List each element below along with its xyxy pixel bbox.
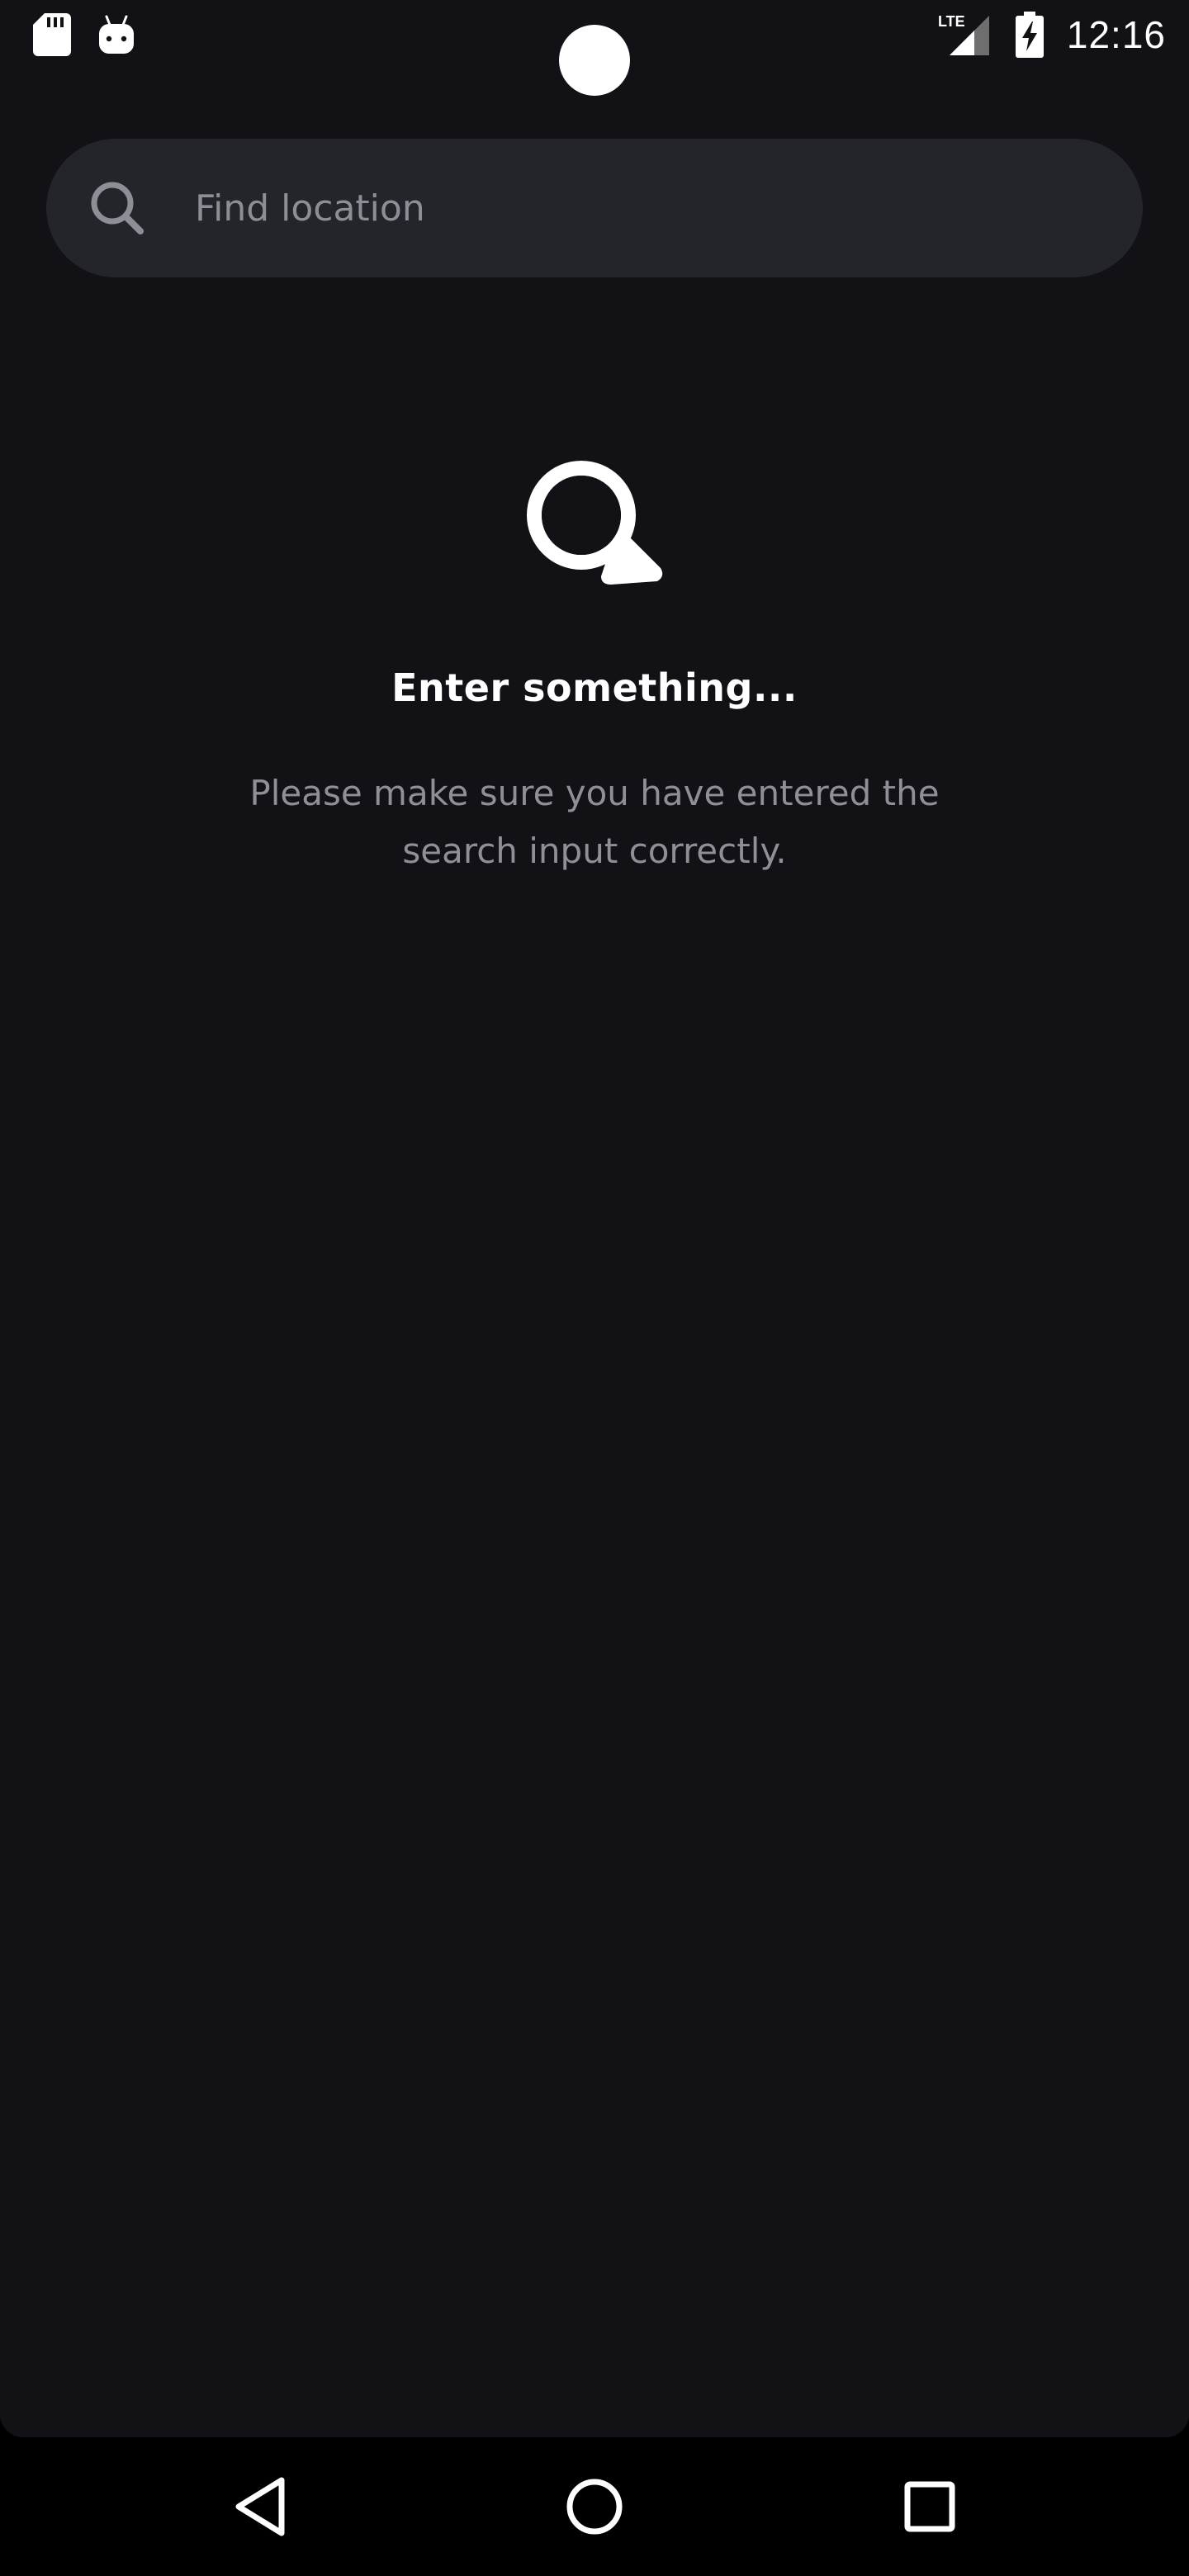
home-button[interactable] — [547, 2459, 642, 2555]
status-bar-clock: 12:16 — [1066, 13, 1166, 56]
lte-signal-icon: LTE — [938, 13, 989, 55]
search-icon[interactable] — [86, 177, 149, 239]
recents-icon[interactable] — [903, 2480, 956, 2533]
recents-button[interactable] — [882, 2459, 978, 2555]
status-bar-right: LTE 12:16 — [938, 10, 1166, 59]
battery-charging-icon — [1015, 12, 1044, 58]
status-bar: LTE 12:16 — [0, 0, 1189, 96]
svg-text:LTE: LTE — [938, 13, 965, 30]
magnifier-icon — [527, 461, 663, 585]
search-bar[interactable] — [46, 139, 1143, 277]
back-icon[interactable] — [232, 2475, 290, 2538]
camera-cutout — [559, 25, 630, 96]
search-input[interactable] — [195, 139, 1103, 277]
empty-state: Enter something... Please make sure you … — [0, 452, 1189, 880]
navigation-bar — [0, 2437, 1189, 2576]
empty-state-title: Enter something... — [391, 665, 798, 710]
app-screen: LTE 12:16 Enter something... — [0, 0, 1189, 2437]
empty-state-message: Please make sure you have entered the se… — [249, 773, 940, 871]
sd-card-icon — [33, 13, 71, 56]
status-bar-left — [33, 13, 137, 56]
android-icon — [99, 15, 134, 54]
home-icon[interactable] — [565, 2477, 624, 2536]
back-button[interactable] — [213, 2459, 309, 2555]
